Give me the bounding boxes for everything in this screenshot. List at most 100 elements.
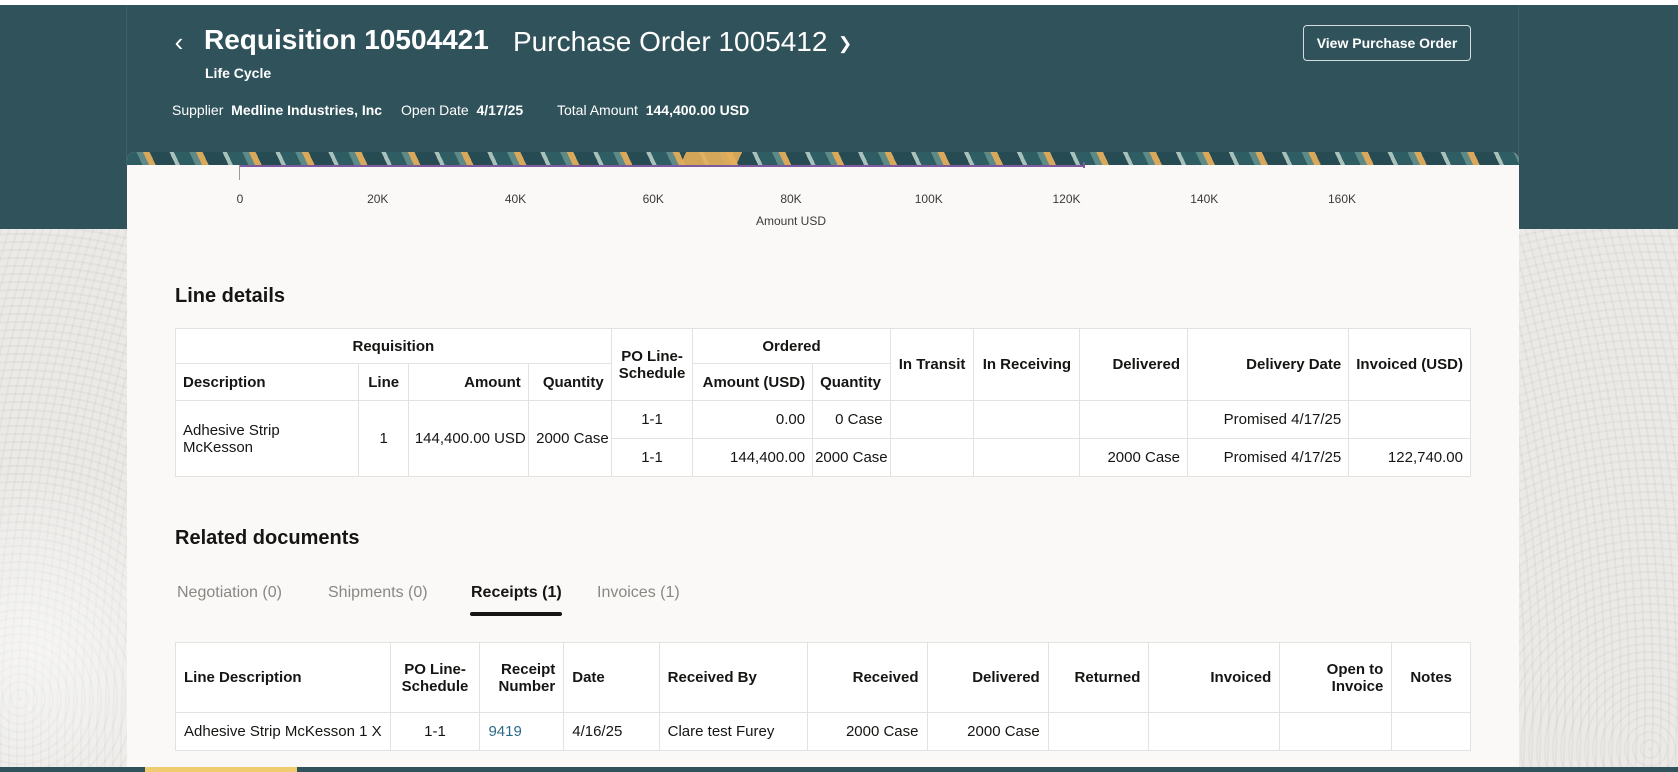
amount-usd: 144,400.00 — [692, 438, 814, 477]
chart-y-axis-line — [239, 165, 240, 180]
related-documents-heading: Related documents — [175, 527, 360, 549]
tab-receipts[interactable]: Receipts (1) — [471, 584, 562, 602]
delivery-date: Promised 4/17/25 — [1187, 400, 1350, 439]
delivered-header: Delivered — [1079, 328, 1189, 401]
delivery-date-header: Delivery Date — [1187, 328, 1350, 401]
ordered-group-header: Ordered — [692, 328, 891, 364]
supplier-info: Supplier Medline Industries, Inc — [172, 102, 382, 118]
header-left-edge — [126, 5, 127, 165]
tab-negotiation[interactable]: Negotiation (0) — [177, 584, 282, 602]
line-description-header: Line Description — [175, 642, 391, 713]
amount-usd-header: Amount (USD) — [692, 363, 814, 401]
bottom-strip — [0, 767, 1678, 772]
returned-header: Returned — [1047, 642, 1150, 713]
po-line-schedule-header: PO Line-Schedule — [389, 642, 481, 713]
received-header: Received — [807, 642, 928, 713]
in-receiving — [973, 400, 1081, 439]
amount-header: Amount — [408, 363, 529, 401]
open-date-value: 4/17/25 — [476, 102, 524, 118]
quantity-header: Quantity — [527, 363, 612, 401]
in-transit — [889, 400, 975, 439]
total-amount-label: Total Amount — [557, 102, 638, 118]
table-row: Adhesive Strip McKesson 1 144,400.00 USD… — [174, 400, 1471, 477]
in-receiving — [973, 438, 1081, 477]
req-quantity: 2000 Case — [527, 400, 612, 477]
chart-x-tick-label: 140K — [1190, 192, 1219, 206]
line-details-table: Requisition PO Line-Schedule Ordered In … — [174, 328, 1471, 477]
description-header: Description — [174, 363, 360, 401]
amount-usd: 0.00 — [692, 400, 814, 439]
invoiced-header: Invoiced — [1148, 642, 1281, 713]
receipts-table: Line Description PO Line-Schedule Receip… — [175, 642, 1471, 751]
invoiced — [1148, 712, 1281, 751]
line-details-heading: Line details — [175, 285, 286, 307]
page-title: Requisition 10504421 — [204, 24, 489, 55]
bottom-accent — [145, 767, 297, 772]
in-receiving-header: In Receiving — [973, 328, 1081, 401]
chart-x-tick-label: 100K — [914, 192, 943, 206]
total-amount-info: Total Amount 144,400.00 USD — [557, 102, 749, 118]
notes — [1391, 712, 1471, 751]
in-transit — [889, 438, 975, 477]
date-header: Date — [563, 642, 660, 713]
receipt-number-link[interactable]: 9419 — [479, 712, 565, 751]
delivered: 2000 Case — [1079, 438, 1189, 477]
chart-bar-end — [1083, 162, 1086, 168]
table-row: Adhesive Strip McKesson 1 X 1-1 9419 4/1… — [175, 712, 1471, 751]
open-to-invoice-header: Open to Invoice — [1279, 642, 1393, 713]
supplier-value: Medline Industries, Inc — [231, 102, 383, 118]
po-line-schedule: 1-1 — [610, 438, 694, 477]
delivery-date: Promised 4/17/25 — [1187, 438, 1350, 477]
purchase-order-title[interactable]: Purchase Order 1005412 — [513, 26, 827, 58]
chart-x-tick-label: 120K — [1052, 192, 1081, 206]
total-amount-value: 144,400.00 USD — [645, 102, 750, 118]
lifecycle-label: Life Cycle — [205, 65, 272, 81]
tab-shipments[interactable]: Shipments (0) — [328, 584, 428, 602]
chart-x-tick-label: 20K — [367, 192, 389, 206]
notes-header: Notes — [1391, 642, 1471, 713]
receipt-number-header: Receipt Number — [479, 642, 565, 713]
req-amount: 144,400.00 USD — [408, 400, 529, 477]
returned — [1047, 712, 1150, 751]
decorative-banner — [127, 152, 1519, 165]
received-by: Clare test Furey — [658, 712, 809, 751]
open-date-label: Open Date — [401, 102, 469, 118]
chevron-down-icon[interactable]: ❯ — [838, 34, 852, 54]
tab-invoices[interactable]: Invoices (1) — [597, 584, 680, 602]
po-line-schedule-header: PO Line-Schedule — [610, 328, 694, 401]
received-by-header: Received By — [658, 642, 809, 713]
requisition-group-header: Requisition — [175, 328, 612, 364]
ordered-quantity: 2000 Case — [812, 438, 891, 477]
delivered — [1079, 400, 1189, 439]
chart-x-tick-label: 160K — [1327, 192, 1357, 206]
header-right-edge — [1518, 5, 1519, 165]
delivered: 2000 Case — [926, 712, 1049, 751]
po-line-schedule: 1-1 — [610, 400, 694, 439]
invoiced: 122,740.00 — [1348, 438, 1471, 477]
line-description: Adhesive Strip McKesson 1 X — [175, 712, 391, 751]
chart-x-tick-label: 80K — [780, 192, 802, 206]
in-transit-header: In Transit — [889, 328, 975, 401]
invoiced — [1348, 400, 1471, 439]
invoiced-header: Invoiced (USD) — [1348, 328, 1471, 401]
chart-x-tick-label: 0 — [236, 192, 244, 206]
chart-bar — [240, 165, 1086, 167]
active-tab-indicator — [470, 612, 562, 616]
received: 2000 Case — [807, 712, 928, 751]
open-to-invoice — [1279, 712, 1393, 751]
ordered-quantity: 0 Case — [812, 400, 891, 439]
po-line-schedule: 1-1 — [389, 712, 481, 751]
supplier-label: Supplier — [172, 102, 224, 118]
chart-x-axis-title: Amount USD — [755, 214, 827, 228]
chart-x-tick-label: 40K — [504, 192, 527, 206]
req-line: 1 — [358, 400, 410, 477]
open-date-info: Open Date 4/17/25 — [401, 102, 523, 118]
delivered-header: Delivered — [926, 642, 1049, 713]
back-chevron-left-icon[interactable]: ‹ — [168, 29, 190, 56]
chart-x-tick-label: 60K — [642, 192, 664, 206]
receipt-date: 4/16/25 — [563, 712, 660, 751]
req-description: Adhesive Strip McKesson — [174, 400, 360, 477]
view-purchase-order-button[interactable]: View Purchase Order — [1303, 25, 1471, 61]
ordered-quantity-header: Quantity — [812, 363, 891, 401]
line-header: Line — [358, 363, 410, 401]
